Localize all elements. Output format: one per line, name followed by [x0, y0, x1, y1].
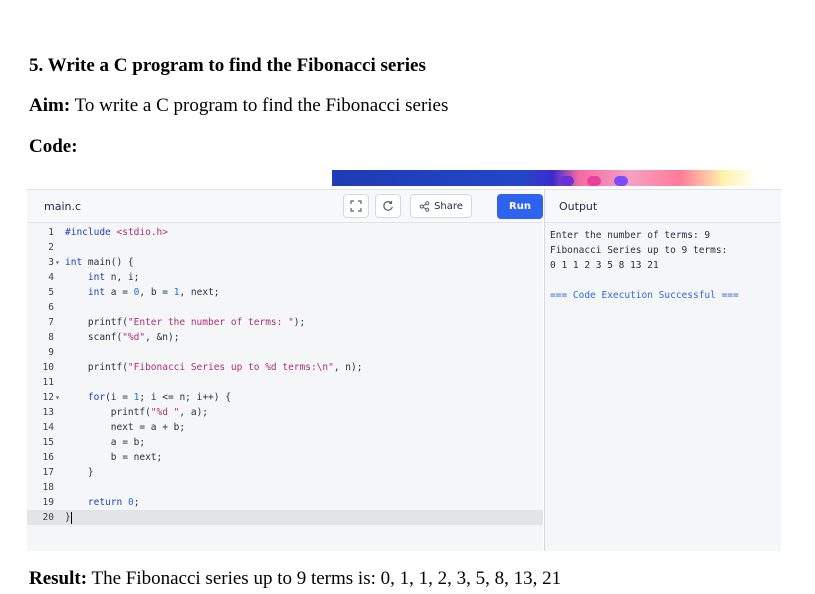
code-line[interactable]: 5 int a = 0, b = 1, next; [27, 285, 543, 300]
line-number: 7 [48, 317, 54, 328]
line-number: 10 [42, 362, 54, 373]
banner-shape [587, 176, 601, 186]
line-number: 6 [48, 302, 54, 313]
code-text: scanf("%d", &n); [65, 332, 180, 343]
code-line[interactable]: 4 int n, i; [27, 270, 543, 285]
line-number: 8 [48, 332, 54, 343]
code-line[interactable]: 18 [27, 480, 543, 495]
line-number: 14 [42, 422, 54, 433]
code-text: int main() { [65, 257, 134, 268]
code-line[interactable]: 16 b = next; [27, 450, 543, 465]
code-text: a = b; [65, 437, 146, 448]
output-title: Output [559, 200, 598, 213]
line-number: 20 [42, 512, 54, 523]
code-editor-panel: main.c Share Run 1 #include <stdio.h> 2 … [27, 189, 543, 551]
promo-banner [332, 170, 757, 186]
output-line: === Code Execution Successful === [550, 290, 739, 301]
code-line[interactable]: 11 [27, 375, 543, 390]
code-area[interactable]: 1 #include <stdio.h> 2 3 ▾ int main() {4 int … [27, 225, 543, 525]
code-line[interactable]: 14 next = a + b; [27, 420, 543, 435]
line-number: 9 [48, 347, 54, 358]
line-number: 19 [42, 497, 54, 508]
theme-toggle-button[interactable] [375, 194, 401, 218]
text-cursor [70, 511, 72, 524]
code-line[interactable]: 10 printf("Fibonacci Series up to %d ter… [27, 360, 543, 375]
code-text: } [65, 467, 94, 478]
code-line[interactable]: 9 [27, 345, 543, 360]
code-text: #include <stdio.h> [65, 227, 168, 238]
code-text: printf("%d ", a); [65, 407, 209, 418]
code-text: int n, i; [87, 272, 140, 283]
page-heading: 5. Write a C program to find the Fibonac… [29, 55, 426, 76]
code-text: b = next; [65, 452, 163, 463]
result-line: Result: The Fibonacci series up to 9 ter… [29, 568, 561, 590]
line-number: 15 [42, 437, 54, 448]
line-number: 1 [48, 227, 54, 238]
code-text: printf("Fibonacci Series up to %d terms:… [65, 362, 363, 373]
output-line: 0 1 1 2 3 5 8 13 21 [550, 260, 659, 271]
aim-label: Aim: [29, 95, 71, 116]
output-line: Enter the number of terms: 9 [550, 230, 711, 241]
line-number: 18 [42, 482, 54, 493]
code-line[interactable]: 7 printf("Enter the number of terms: "); [27, 315, 543, 330]
file-tab[interactable]: main.c [44, 200, 81, 213]
code-line[interactable]: 13 printf("%d ", a); [27, 405, 543, 420]
result-label: Result: [29, 568, 88, 589]
code-line[interactable]: 8 scanf("%d", &n); [27, 330, 543, 345]
line-number: 13 [42, 407, 54, 418]
output-console: Enter the number of terms: 9 Fibonacci Se… [550, 228, 739, 303]
line-number: 12 [42, 392, 54, 403]
output-panel: Output Enter the number of terms: 9 Fibon… [544, 189, 781, 551]
share-label: Share [434, 200, 463, 212]
code-text: } [65, 511, 72, 524]
output-header: Output [545, 190, 781, 223]
code-text: return 0; [87, 497, 140, 508]
line-number: 3 [48, 257, 54, 268]
code-text: printf("Enter the number of terms: "); [65, 317, 306, 328]
code-text: for(i = 1; i <= n; i++) { [87, 392, 231, 403]
code-line[interactable]: 17 } [27, 465, 543, 480]
line-number: 4 [48, 272, 54, 283]
fold-arrow-icon[interactable]: ▾ [55, 390, 60, 405]
code-line[interactable]: 3 ▾ int main() { [27, 255, 543, 270]
code-line[interactable]: 12 ▾ for(i = 1; i <= n; i++) { [27, 390, 543, 405]
code-line[interactable]: 20} [27, 510, 543, 525]
run-button[interactable]: Run [497, 194, 543, 219]
line-number: 5 [48, 287, 54, 298]
result-text: The Fibonacci series up to 9 terms is: 0… [87, 568, 562, 589]
share-icon [419, 200, 430, 212]
code-label: Code: [29, 136, 78, 157]
aim-line: Aim: To write a C program to find the Fi… [29, 95, 448, 117]
fullscreen-button[interactable] [343, 194, 369, 218]
editor-toolbar: main.c Share Run [27, 190, 543, 223]
code-text: next = a + b; [65, 422, 186, 433]
line-number: 11 [42, 377, 54, 388]
code-line[interactable]: 6 [27, 300, 543, 315]
code-line[interactable]: 1 #include <stdio.h> [27, 225, 543, 240]
aim-text: To write a C program to find the Fibonac… [70, 95, 449, 116]
banner-shape [614, 176, 628, 186]
line-number: 17 [42, 467, 54, 478]
code-text: int a = 0, b = 1, next; [87, 287, 220, 298]
code-line[interactable]: 15 a = b; [27, 435, 543, 450]
fold-arrow-icon[interactable]: ▾ [55, 255, 60, 270]
line-number: 2 [48, 242, 54, 253]
code-line[interactable]: 19 return 0; [27, 495, 543, 510]
fullscreen-icon [350, 200, 362, 212]
theme-toggle-icon [383, 201, 393, 211]
line-number: 16 [42, 452, 54, 463]
compiler-screenshot: main.c Share Run 1 #include <stdio.h> 2 … [27, 170, 781, 551]
code-line[interactable]: 2 [27, 240, 543, 255]
output-line: Fibonacci Series up to 9 terms: [550, 245, 728, 256]
banner-shape [560, 176, 574, 186]
share-button[interactable]: Share [410, 194, 472, 218]
